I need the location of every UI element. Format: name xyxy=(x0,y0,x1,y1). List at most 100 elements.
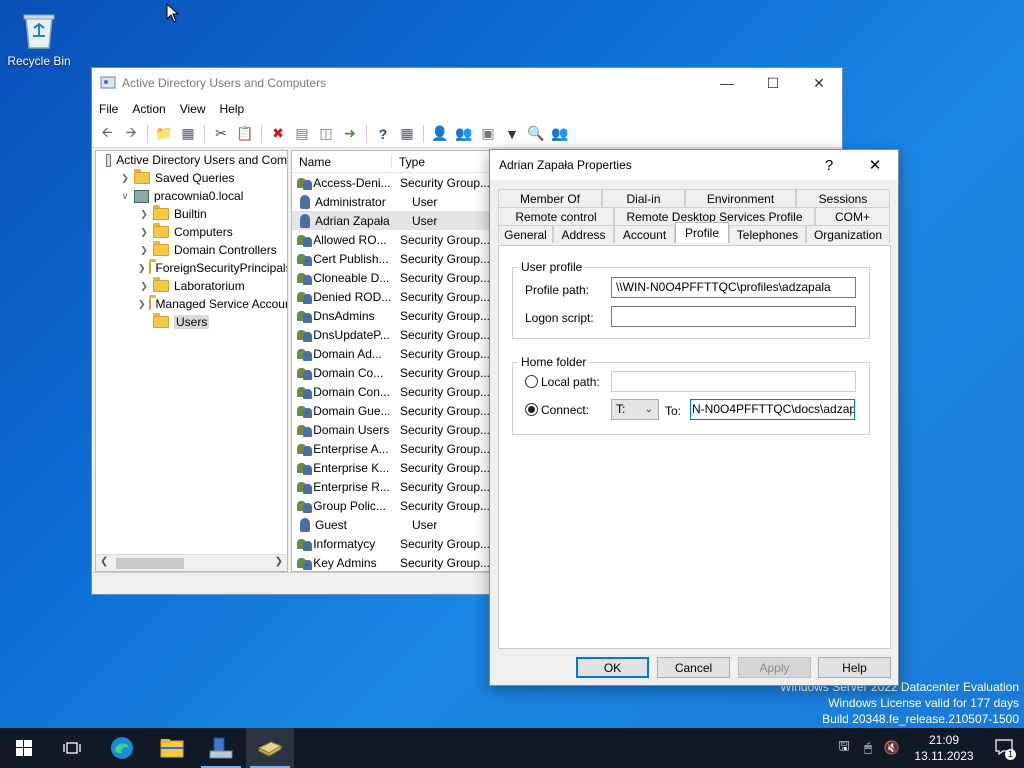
list-row[interactable]: Domain Con... Security Group... xyxy=(292,382,490,401)
tab-account[interactable]: Account xyxy=(614,225,675,243)
list-row[interactable]: Guest User xyxy=(292,515,490,534)
list-row[interactable]: Enterprise A... Security Group... xyxy=(292,439,490,458)
export-list-icon[interactable]: ➜ xyxy=(339,123,361,145)
list-row[interactable]: Allowed RO... Security Group... xyxy=(292,230,490,249)
column-name[interactable]: Name xyxy=(292,154,392,169)
cancel-button[interactable]: Cancel xyxy=(657,657,730,678)
maximize-button[interactable]: ☐ xyxy=(750,68,796,98)
collapsed-chevron-icon[interactable]: ❯ xyxy=(119,173,131,184)
tab-member-of[interactable]: Member Of xyxy=(498,189,602,207)
tree-item[interactable]: ❯ ForeignSecurityPrincipals xyxy=(96,259,287,277)
ok-button[interactable]: OK xyxy=(576,657,649,678)
local-path-input[interactable] xyxy=(611,371,856,392)
task-view-button[interactable] xyxy=(48,728,96,768)
tree-item[interactable]: ❯ Computers xyxy=(96,223,287,241)
refresh-icon[interactable]: ◫ xyxy=(315,123,337,145)
column-type[interactable]: Type xyxy=(392,155,425,169)
list-row[interactable]: Key Admins Security Group... xyxy=(292,553,490,571)
show-tree-icon[interactable]: ▦ xyxy=(177,123,199,145)
collapsed-chevron-icon[interactable]: ❯ xyxy=(138,209,150,220)
local-path-radio[interactable] xyxy=(525,375,538,388)
list-row[interactable]: Enterprise K... Security Group... xyxy=(292,458,490,477)
file-explorer-button[interactable] xyxy=(148,728,196,768)
scroll-right-icon[interactable]: ❯ xyxy=(275,556,283,567)
close-button[interactable]: ✕ xyxy=(796,68,842,98)
tree-item[interactable]: ❯ Domain Controllers xyxy=(96,241,287,259)
tab-address[interactable]: Address xyxy=(553,225,614,243)
minimize-button[interactable]: — xyxy=(704,68,750,98)
dialog-help-button[interactable]: ? xyxy=(806,157,852,174)
find-icon[interactable]: 🔍 xyxy=(525,123,547,145)
list-row[interactable]: Enterprise R... Security Group... xyxy=(292,477,490,496)
new-ou-icon[interactable]: ▣ xyxy=(477,123,499,145)
copy-icon[interactable]: 📋 xyxy=(234,123,256,145)
properties-icon[interactable]: ▤ xyxy=(291,123,313,145)
network-adapter-icon[interactable]: 🖫 xyxy=(832,737,856,759)
connect-to-input[interactable]: N-N0O4PFFTTQC\docs\adzapala xyxy=(690,399,855,420)
new-group-icon[interactable]: 👥 xyxy=(453,123,475,145)
tree-item[interactable]: ❯ Laboratorium xyxy=(96,277,287,295)
scrollbar-thumb[interactable] xyxy=(116,558,184,569)
volume-muted-icon[interactable]: 🔇 xyxy=(880,740,904,756)
logon-script-input[interactable] xyxy=(611,306,856,327)
filter-icon[interactable]: ▼ xyxy=(501,123,523,145)
expanded-chevron-icon[interactable]: ∨ xyxy=(119,191,131,202)
tab-com-plus[interactable]: COM+ xyxy=(815,207,890,225)
tab-dial-in[interactable]: Dial-in xyxy=(602,189,685,207)
clock[interactable]: 21:09 13.11.2023 xyxy=(904,732,984,764)
server-manager-button[interactable] xyxy=(197,728,245,768)
list-row[interactable]: Domain Users Security Group... xyxy=(292,420,490,439)
network-icon[interactable]: 🖱 xyxy=(856,740,880,756)
menu-file[interactable]: File xyxy=(92,102,125,116)
drive-letter-select[interactable]: T: ⌄ xyxy=(611,399,659,420)
add-to-group-icon[interactable]: 👥 xyxy=(549,123,571,145)
new-user-icon[interactable]: 👤 xyxy=(429,123,451,145)
collapsed-chevron-icon[interactable]: ❯ xyxy=(138,227,150,238)
list-row[interactable]: Adrian Zapała User xyxy=(292,211,490,230)
tab-general[interactable]: General xyxy=(498,225,553,243)
list-row[interactable]: Domain Gue... Security Group... xyxy=(292,401,490,420)
recycle-bin[interactable]: Recycle Bin xyxy=(6,6,72,68)
tree-item[interactable]: ❯ Saved Queries xyxy=(96,169,287,187)
edge-button[interactable] xyxy=(98,728,146,768)
list-row[interactable]: Informatycy Security Group... xyxy=(292,534,490,553)
collapsed-chevron-icon[interactable]: ❯ xyxy=(138,281,150,292)
up-folder-icon[interactable]: 📁 xyxy=(153,123,175,145)
collapsed-chevron-icon[interactable]: ❯ xyxy=(138,263,146,274)
dialog-titlebar[interactable]: Adrian Zapała Properties ? ✕ xyxy=(490,150,898,180)
forward-icon[interactable]: 🡪 xyxy=(120,123,142,145)
menu-help[interactable]: Help xyxy=(213,102,252,116)
tree-item[interactable]: Active Directory Users and Com xyxy=(96,151,287,169)
help-icon[interactable]: ? xyxy=(372,123,394,145)
collapsed-chevron-icon[interactable]: ❯ xyxy=(138,299,146,310)
help-button[interactable]: Help xyxy=(818,657,891,678)
collapsed-chevron-icon[interactable]: ❯ xyxy=(138,245,150,256)
back-icon[interactable]: 🡨 xyxy=(96,123,118,145)
profile-path-input[interactable]: \\WIN-N0O4PFFTTQC\profiles\adzapala xyxy=(611,277,856,298)
tab-remote-control[interactable]: Remote control xyxy=(498,207,614,225)
menu-action[interactable]: Action xyxy=(125,102,172,116)
apply-button[interactable]: Apply xyxy=(738,657,811,678)
horizontal-scrollbar[interactable]: ❮ ❯ xyxy=(96,554,287,571)
tree-item[interactable]: ❯ Managed Service Accour xyxy=(96,295,287,313)
tab-profile[interactable]: Profile xyxy=(675,222,729,243)
notifications-button[interactable]: 1 xyxy=(984,738,1024,760)
cut-icon[interactable]: ✂ xyxy=(210,123,232,145)
window-titlebar[interactable]: Active Directory Users and Computers — ☐… xyxy=(92,68,842,98)
connect-radio[interactable] xyxy=(525,403,538,416)
list-row[interactable]: Group Polic... Security Group... xyxy=(292,496,490,515)
list-row[interactable]: Administrator User xyxy=(292,192,490,211)
tab-organization[interactable]: Organization xyxy=(806,225,890,243)
tree-item[interactable]: ∨ pracownia0.local xyxy=(96,187,287,205)
list-row[interactable]: Cloneable D... Security Group... xyxy=(292,268,490,287)
tab-telephones[interactable]: Telephones xyxy=(729,225,806,243)
start-button[interactable] xyxy=(0,728,48,768)
tab-environment[interactable]: Environment xyxy=(685,189,796,207)
aduc-taskbar-button[interactable] xyxy=(246,728,294,768)
dialog-close-button[interactable]: ✕ xyxy=(852,156,898,174)
tree-item[interactable]: ❯ Builtin xyxy=(96,205,287,223)
list-row[interactable]: Access-Deni... Security Group... xyxy=(292,173,490,192)
tree-item[interactable]: Users xyxy=(96,313,287,331)
list-row[interactable]: Domain Ad... Security Group... xyxy=(292,344,490,363)
scroll-left-icon[interactable]: ❮ xyxy=(100,556,108,567)
